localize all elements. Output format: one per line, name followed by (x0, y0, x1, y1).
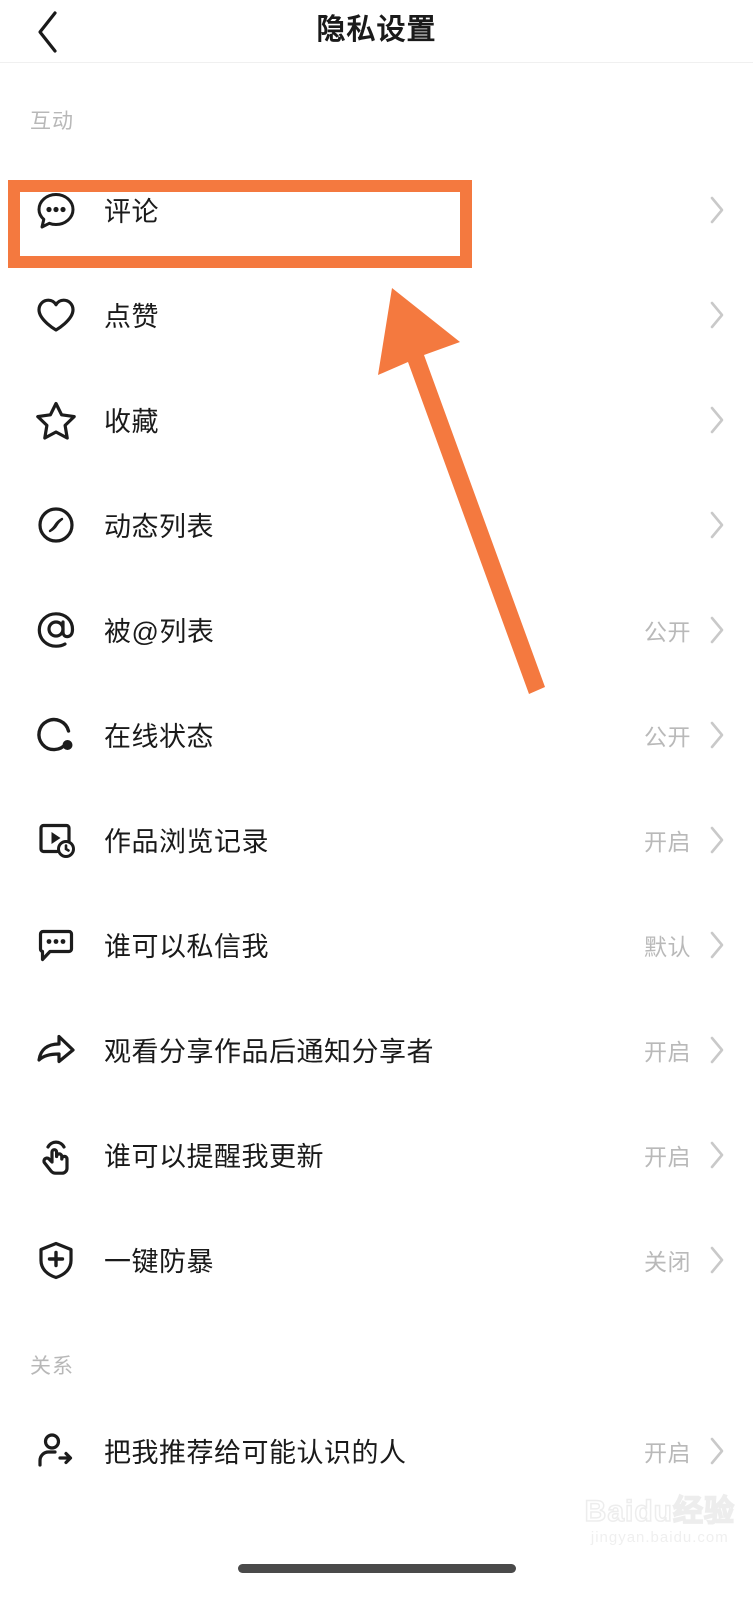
online-status-icon (30, 709, 82, 761)
compass-icon (30, 499, 82, 551)
row-value: 默认 (644, 933, 691, 960)
chevron-right-icon (707, 1033, 727, 1067)
page-title: 隐私设置 (316, 14, 437, 46)
chevron-right-icon (707, 1434, 727, 1468)
tap-hand-icon (30, 1129, 82, 1181)
chevron-right-icon (707, 193, 727, 227)
settings-list-relation: 把我推荐给可能认识的人 开启 (0, 1398, 753, 1503)
chevron-right-icon (707, 1243, 727, 1277)
row-recommend-me[interactable]: 把我推荐给可能认识的人 开启 (0, 1398, 753, 1503)
row-label: 评论 (104, 197, 159, 227)
row-value: 开启 (644, 1143, 691, 1170)
row-label: 在线状态 (104, 722, 214, 752)
chevron-right-icon (707, 1138, 727, 1172)
home-indicator[interactable] (237, 1564, 516, 1573)
row-view-history[interactable]: 作品浏览记录 开启 (0, 787, 753, 892)
row-label: 被@列表 (104, 617, 215, 647)
chevron-right-icon (707, 298, 727, 332)
row-value: 开启 (644, 1439, 691, 1466)
at-sign-icon (30, 604, 82, 656)
share-arrow-icon (30, 1024, 82, 1076)
chat-bubble-icon (30, 919, 82, 971)
chevron-right-icon (707, 823, 727, 857)
settings-list-interaction: 评论 点赞 收藏 动态列表 被@列表 公开 在线状态 公开 作品浏览记录 开启 … (0, 157, 753, 1312)
comment-bubble-icon (30, 184, 82, 236)
chevron-right-icon (707, 718, 727, 752)
row-label: 点赞 (104, 302, 159, 332)
row-online-status[interactable]: 在线状态 公开 (0, 682, 753, 787)
person-share-icon (30, 1425, 82, 1477)
watermark: Baidu经验 jingyan.baidu.com (584, 1495, 735, 1548)
row-label: 谁可以提醒我更新 (104, 1142, 324, 1172)
phone-screen: 隐私设置 互动 评论 点赞 收藏 动态列表 被@列表 公开 在线状态 公开 作品… (0, 0, 753, 1600)
chevron-right-icon (707, 928, 727, 962)
row-value: 公开 (644, 723, 691, 750)
shield-plus-icon (30, 1234, 82, 1286)
row-label: 收藏 (104, 407, 159, 437)
row-one-click-protection[interactable]: 一键防暴 关闭 (0, 1207, 753, 1312)
row-mention-list[interactable]: 被@列表 公开 (0, 577, 753, 682)
row-like[interactable]: 点赞 (0, 262, 753, 367)
row-favorite[interactable]: 收藏 (0, 367, 753, 472)
section-header-interaction: 互动 (30, 110, 74, 133)
star-icon (30, 394, 82, 446)
row-value: 开启 (644, 1038, 691, 1065)
video-history-icon (30, 814, 82, 866)
row-value: 关闭 (644, 1248, 691, 1275)
row-notify-sharer[interactable]: 观看分享作品后通知分享者 开启 (0, 997, 753, 1102)
row-value: 公开 (644, 618, 691, 645)
app-header: 隐私设置 (0, 0, 753, 63)
row-label: 观看分享作品后通知分享者 (104, 1037, 434, 1067)
row-label: 动态列表 (104, 512, 214, 542)
row-label: 把我推荐给可能认识的人 (104, 1438, 407, 1468)
row-value: 开启 (644, 828, 691, 855)
row-who-can-message-me[interactable]: 谁可以私信我 默认 (0, 892, 753, 997)
row-activity-list[interactable]: 动态列表 (0, 472, 753, 577)
chevron-right-icon (707, 508, 727, 542)
watermark-sub-text: jingyan.baidu.com (590, 1529, 729, 1546)
chevron-right-icon (707, 613, 727, 647)
row-comment[interactable]: 评论 (0, 157, 753, 262)
row-label: 谁可以私信我 (104, 932, 269, 962)
section-header-relation: 关系 (30, 1355, 74, 1378)
row-who-can-remind-me[interactable]: 谁可以提醒我更新 开启 (0, 1102, 753, 1207)
heart-icon (30, 289, 82, 341)
row-label: 作品浏览记录 (104, 827, 269, 857)
chevron-right-icon (707, 403, 727, 437)
row-label: 一键防暴 (104, 1247, 214, 1277)
